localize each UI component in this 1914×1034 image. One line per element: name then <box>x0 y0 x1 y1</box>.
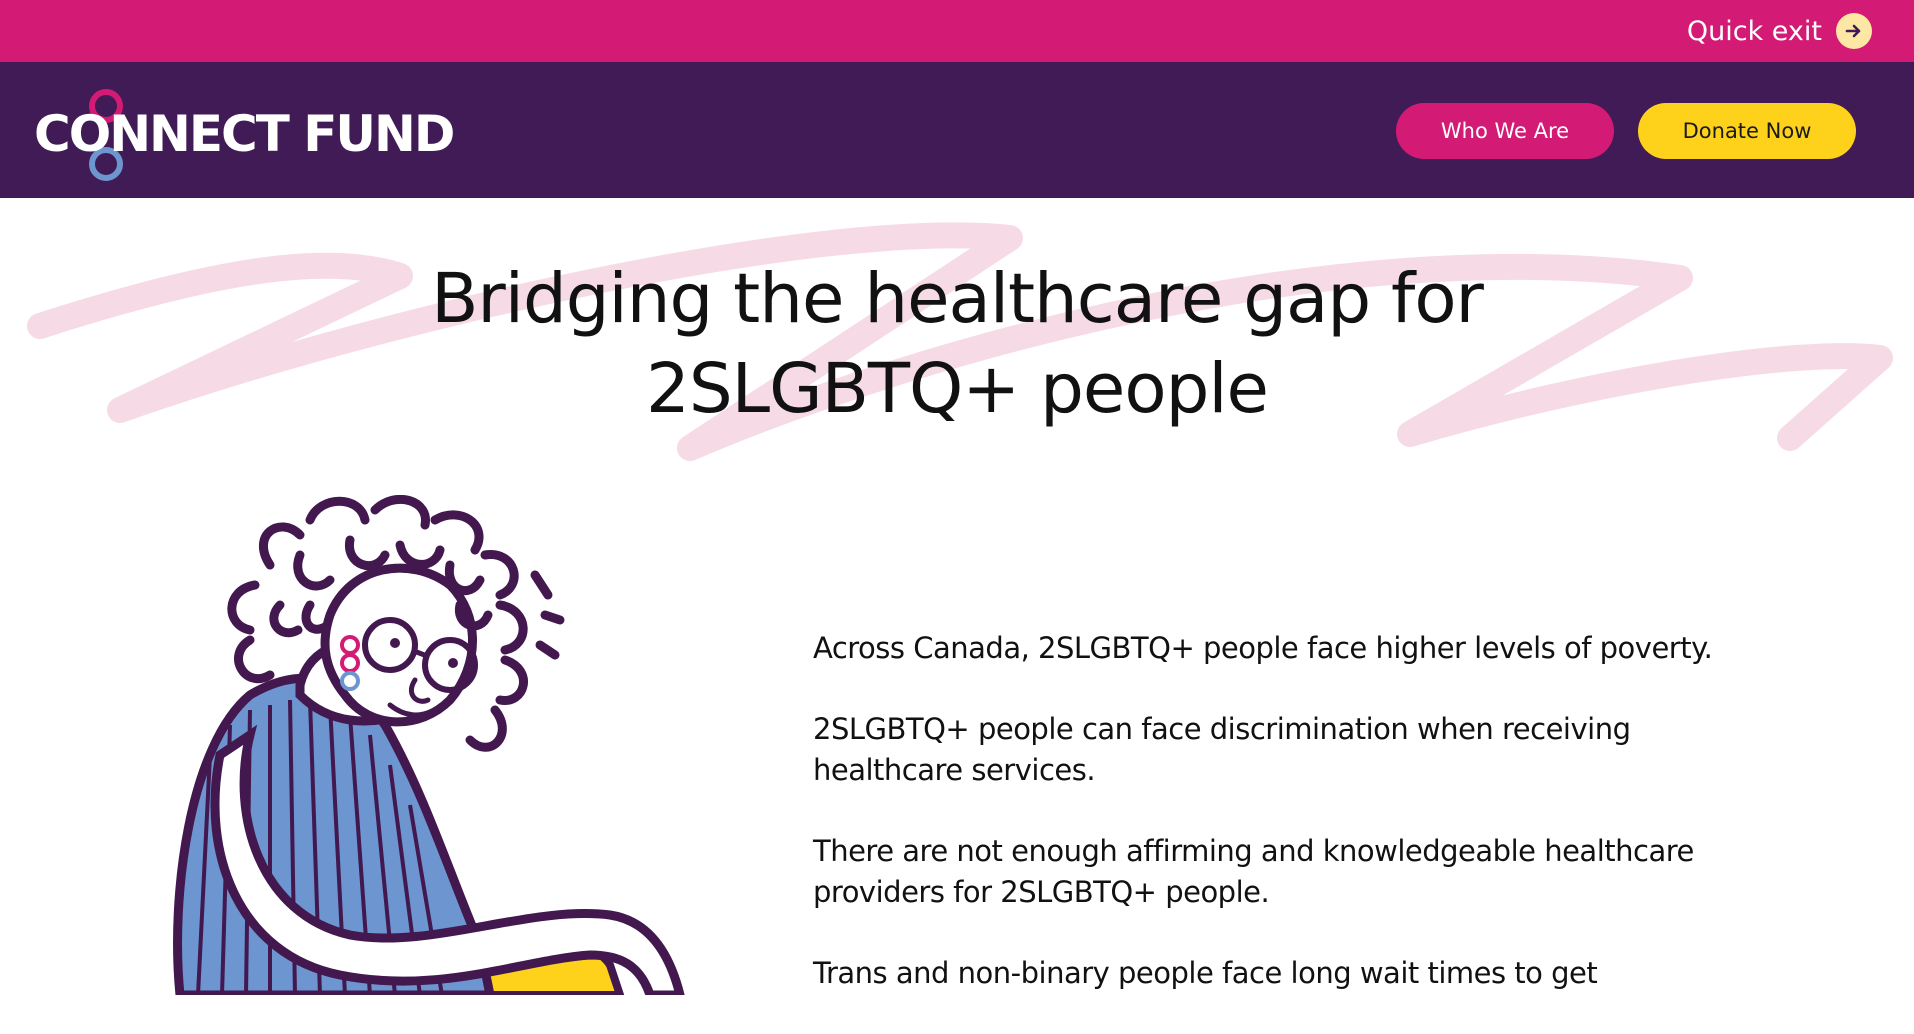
page-title-line-1: Bridging the healthcare gap for <box>431 259 1484 339</box>
page-title-line-2: 2SLGBTQ+ people <box>645 349 1269 429</box>
main-header: CONNECT FUND Who We Are Donate Now <box>0 62 1914 198</box>
arrow-right-icon <box>1836 13 1872 49</box>
who-we-are-button[interactable]: Who We Are <box>1396 103 1614 159</box>
fact-item: Across Canada, 2SLGBTQ+ people face high… <box>813 631 1713 665</box>
person-illustration <box>173 495 685 995</box>
quick-exit-label: Quick exit <box>1686 15 1822 47</box>
logo-text: CONNECT FUND <box>34 105 455 163</box>
fact-item: 2SLGBTQ+ people can face discrimination … <box>813 712 1631 787</box>
fact-item: Trans and non-binary people face long wa… <box>813 956 1598 990</box>
top-bar: Quick exit <box>0 0 1914 62</box>
connect-fund-logo[interactable]: CONNECT FUND <box>34 84 455 184</box>
page-title: Bridging the healthcare gap for 2SLGBTQ+… <box>357 254 1557 434</box>
fact-item: There are not enough affirming and knowl… <box>813 834 1694 909</box>
quick-exit-button[interactable]: Quick exit <box>1687 11 1872 51</box>
facts-list: Across Canada, 2SLGBTQ+ people face high… <box>813 628 1813 1034</box>
donate-now-button[interactable]: Donate Now <box>1638 103 1856 159</box>
